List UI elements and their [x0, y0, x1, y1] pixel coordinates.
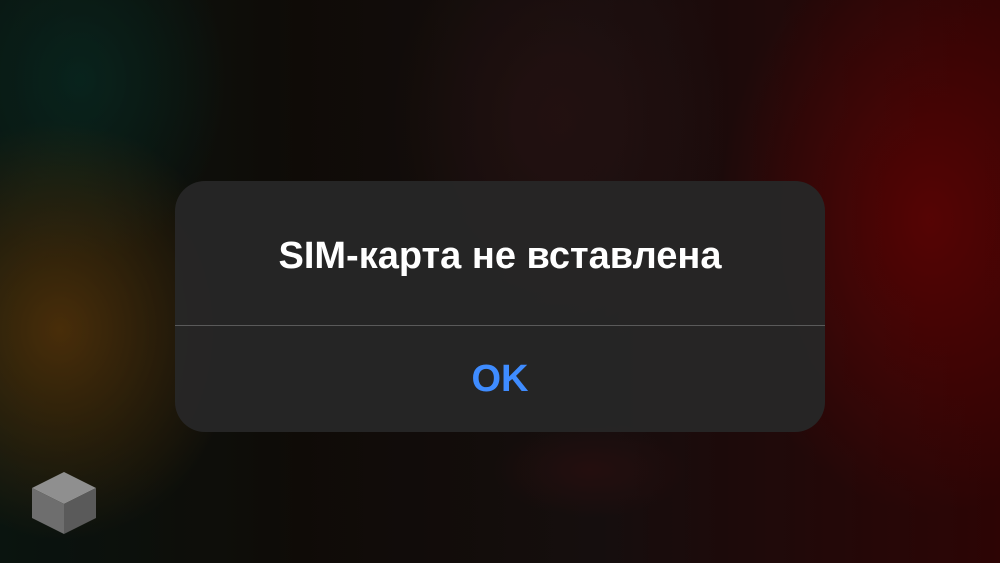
lock-screen: SIM-карта не вставлена OK	[0, 0, 1000, 563]
cube-logo-icon	[30, 470, 98, 536]
alert-title: SIM-карта не вставлена	[278, 235, 722, 277]
sim-alert-dialog: SIM-карта не вставлена OK	[175, 181, 825, 432]
alert-content: SIM-карта не вставлена	[175, 181, 825, 325]
ok-button[interactable]: OK	[175, 326, 825, 432]
